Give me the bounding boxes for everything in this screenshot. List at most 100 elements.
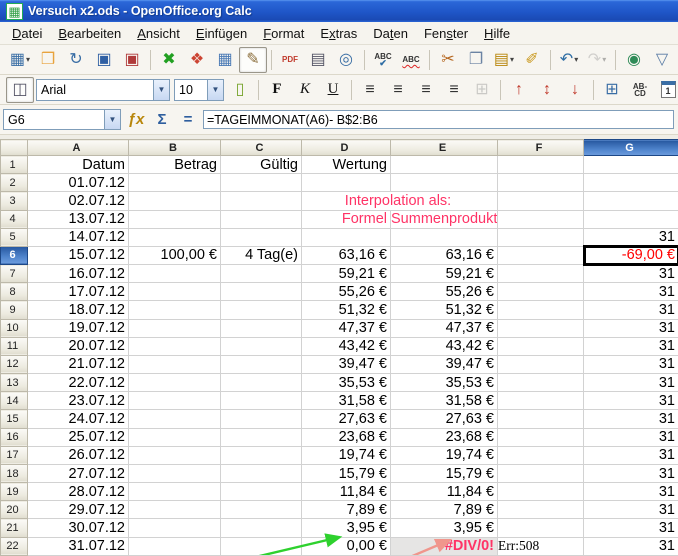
row-header-7[interactable]: 7 xyxy=(1,265,28,283)
formula-input[interactable] xyxy=(203,110,674,129)
cell-E2[interactable] xyxy=(391,174,498,192)
bold-button[interactable]: F xyxy=(263,77,291,103)
cell-F8[interactable] xyxy=(498,283,584,301)
cell-F20[interactable] xyxy=(498,501,584,519)
cell-E15[interactable]: 27,63 € xyxy=(391,410,498,428)
cell-F4[interactable] xyxy=(498,210,584,228)
chevron-down-icon[interactable]: ▼ xyxy=(153,80,169,100)
cell-G16[interactable]: 31 xyxy=(584,428,678,446)
column-header-G[interactable]: G xyxy=(584,140,678,156)
cell-D19[interactable]: 11,84 € xyxy=(302,483,391,501)
row-header-6[interactable]: 6 xyxy=(1,246,28,264)
cell-B16[interactable] xyxy=(129,428,221,446)
cell-F15[interactable] xyxy=(498,410,584,428)
cell-E21[interactable]: 3,95 € xyxy=(391,519,498,537)
column-header-C[interactable]: C xyxy=(221,140,302,156)
cell-C18[interactable] xyxy=(221,464,302,482)
font-size-combo[interactable]: 10▼ xyxy=(174,79,224,101)
row-header-5[interactable]: 5 xyxy=(1,228,28,246)
cell-A22[interactable]: 31.07.12 xyxy=(28,537,129,555)
auto-spellcheck-button[interactable]: ABC xyxy=(397,47,425,73)
print-button[interactable]: ▤ xyxy=(304,47,332,73)
cell-G14[interactable]: 31 xyxy=(584,392,678,410)
menu-daten[interactable]: Daten xyxy=(365,24,416,43)
cell-A8[interactable]: 17.07.12 xyxy=(28,283,129,301)
function-wizard-button[interactable]: ƒx xyxy=(125,109,147,131)
cell-B21[interactable] xyxy=(129,519,221,537)
cell-D1[interactable]: Wertung xyxy=(302,156,391,174)
merge-cells-button[interactable]: ⊞ xyxy=(468,77,496,103)
row-header-12[interactable]: 12 xyxy=(1,355,28,373)
row-header-22[interactable]: 22 xyxy=(1,537,28,555)
row-header-17[interactable]: 17 xyxy=(1,446,28,464)
cell-B19[interactable] xyxy=(129,483,221,501)
cell-G5[interactable]: 31 xyxy=(584,228,678,246)
dropdown-arrow-icon[interactable]: ▾ xyxy=(574,55,578,64)
cell-C1[interactable]: Gültig xyxy=(221,156,302,174)
row-header-14[interactable]: 14 xyxy=(1,392,28,410)
cell-F14[interactable] xyxy=(498,392,584,410)
cell-B10[interactable] xyxy=(129,319,221,337)
justify-button[interactable]: ≡ xyxy=(440,77,468,103)
cell-G4[interactable] xyxy=(584,210,678,228)
column-header-B[interactable]: B xyxy=(129,140,221,156)
cell-G3[interactable] xyxy=(584,192,678,210)
cell-A1[interactable]: Datum xyxy=(28,156,129,174)
cell-G20[interactable]: 31 xyxy=(584,501,678,519)
cell-C2[interactable] xyxy=(221,174,302,192)
cell-A15[interactable]: 24.07.12 xyxy=(28,410,129,428)
cell-C10[interactable] xyxy=(221,319,302,337)
cell-reference-box[interactable]: G6 ▼ xyxy=(3,109,121,130)
cell-A9[interactable]: 18.07.12 xyxy=(28,301,129,319)
align-right-button[interactable]: ≡ xyxy=(412,77,440,103)
menu-format[interactable]: Format xyxy=(255,24,312,43)
save-button[interactable]: ▣ xyxy=(90,47,118,73)
cell-A20[interactable]: 29.07.12 xyxy=(28,501,129,519)
menu-datei[interactable]: Datei xyxy=(4,24,50,43)
cell-F3[interactable] xyxy=(498,192,584,210)
cell-F5[interactable] xyxy=(498,228,584,246)
cell-E7[interactable]: 59,21 € xyxy=(391,265,498,283)
cell-B3[interactable] xyxy=(129,192,221,210)
cell-B14[interactable] xyxy=(129,392,221,410)
cell-F17[interactable] xyxy=(498,446,584,464)
undo-button[interactable]: ↶▾ xyxy=(555,47,583,73)
cell-D16[interactable]: 23,68 € xyxy=(302,428,391,446)
cell-C15[interactable] xyxy=(221,410,302,428)
cell-A6[interactable]: 15.07.12 xyxy=(28,246,129,264)
cell-F13[interactable] xyxy=(498,374,584,392)
cell-D20[interactable]: 7,89 € xyxy=(302,501,391,519)
cell-C5[interactable] xyxy=(221,228,302,246)
cell-B20[interactable] xyxy=(129,501,221,519)
row-header-9[interactable]: 9 xyxy=(1,301,28,319)
cell-D21[interactable]: 3,95 € xyxy=(302,519,391,537)
edit-file-button[interactable]: ✎ xyxy=(239,47,267,73)
cell-C22[interactable] xyxy=(221,537,302,555)
cell-A16[interactable]: 25.07.12 xyxy=(28,428,129,446)
cell-G15[interactable]: 31 xyxy=(584,410,678,428)
chevron-down-icon[interactable]: ▼ xyxy=(207,80,223,100)
cell-C16[interactable] xyxy=(221,428,302,446)
date-format-button[interactable]: 1 xyxy=(654,77,678,103)
cell-C11[interactable] xyxy=(221,337,302,355)
cell-A3[interactable]: 02.07.12 xyxy=(28,192,129,210)
cell-A21[interactable]: 30.07.12 xyxy=(28,519,129,537)
cell-E18[interactable]: 15,79 € xyxy=(391,464,498,482)
cell-G2[interactable] xyxy=(584,174,678,192)
cell-A18[interactable]: 27.07.12 xyxy=(28,464,129,482)
dropdown-arrow-icon[interactable]: ▾ xyxy=(510,55,514,64)
underline-button[interactable]: U xyxy=(319,77,347,103)
cell-D4[interactable]: Formel xyxy=(302,210,391,228)
abcd-format-button[interactable]: AB- CD xyxy=(626,77,654,103)
cell-C19[interactable] xyxy=(221,483,302,501)
cell-C13[interactable] xyxy=(221,374,302,392)
cell-G12[interactable]: 31 xyxy=(584,355,678,373)
dropdown-arrow-icon[interactable]: ▾ xyxy=(602,55,606,64)
row-header-20[interactable]: 20 xyxy=(1,501,28,519)
insert-table-button[interactable]: ▦ xyxy=(211,47,239,73)
cell-D7[interactable]: 59,21 € xyxy=(302,265,391,283)
row-header-18[interactable]: 18 xyxy=(1,464,28,482)
cell-B15[interactable] xyxy=(129,410,221,428)
styles-window-button[interactable]: ◫ xyxy=(6,77,34,103)
sum-button[interactable]: Σ xyxy=(151,109,173,131)
